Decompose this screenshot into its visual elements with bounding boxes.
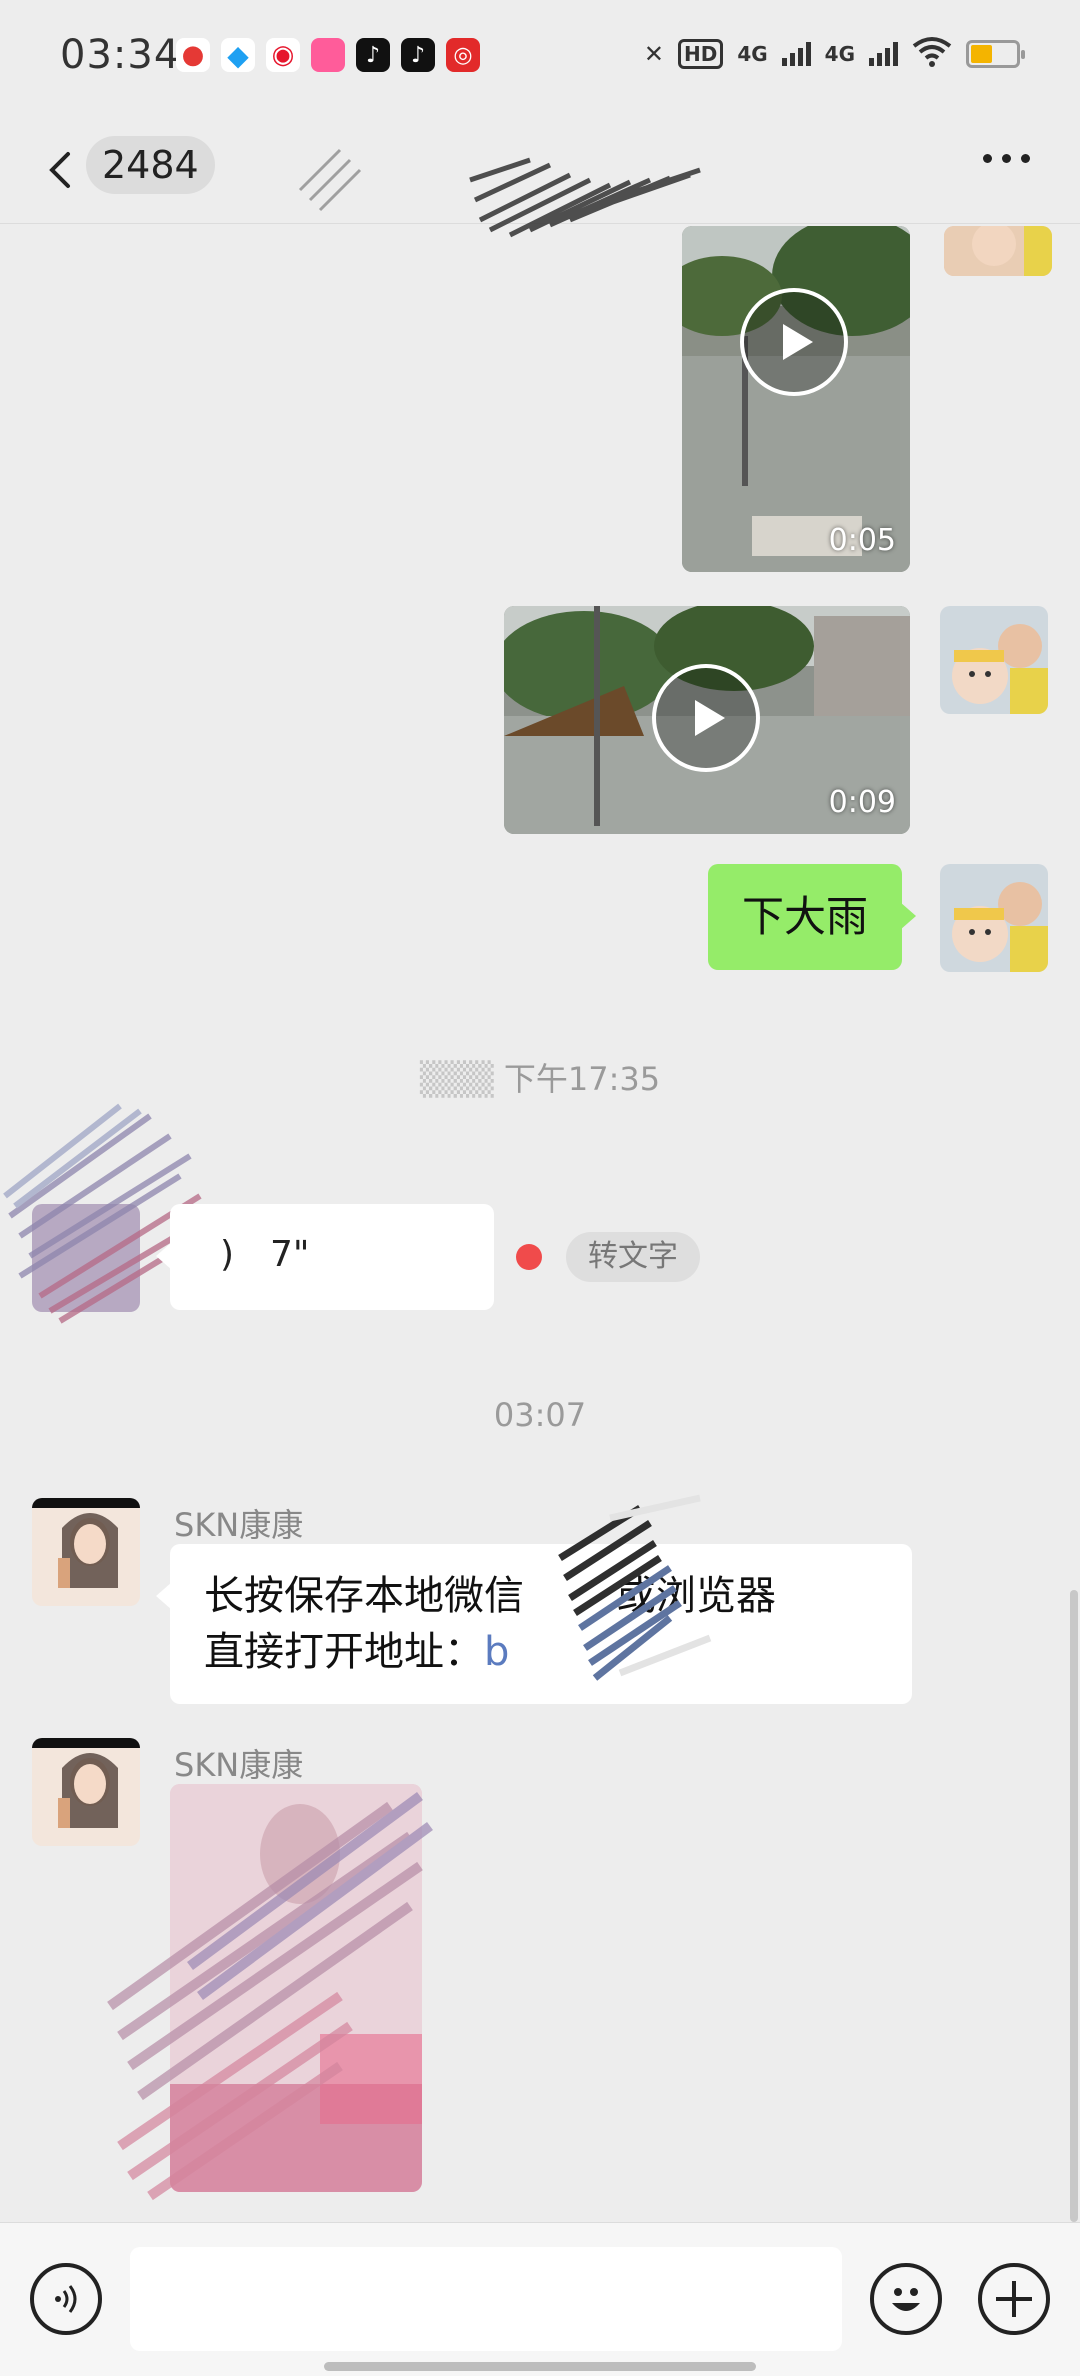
unread-voice-dot	[516, 1244, 542, 1270]
play-icon[interactable]	[652, 664, 760, 772]
system-icons: ✕ HD 4G 4G	[643, 36, 1025, 72]
sender-name: SKN康康	[174, 1746, 304, 1784]
chevron-left-icon	[49, 152, 70, 188]
voice-input-button[interactable]	[30, 2263, 102, 2335]
message-timestamp: ▒▒▒ 下午17:35	[419, 1060, 661, 1098]
battery-icon	[966, 40, 1025, 68]
message-text: 长按保存本地微信	[204, 1573, 524, 1619]
signal-icon	[781, 42, 811, 66]
status-time: 03:34	[60, 32, 181, 78]
voice-message[interactable]: ) 7"	[156, 1204, 494, 1310]
avatar[interactable]	[32, 1204, 140, 1312]
chat-scrollbar[interactable]	[1070, 1590, 1078, 2222]
mute-icon: ✕	[643, 40, 664, 68]
notification-icons: ● ◆ ◉ ♪ ♪ ◎	[176, 38, 480, 72]
avatar[interactable]	[32, 1498, 140, 1606]
signal-icon	[869, 42, 898, 66]
convert-to-text-button[interactable]: 转文字	[566, 1232, 700, 1282]
tiktok-icon: ♪	[401, 38, 435, 72]
map-pin-icon: ●	[176, 38, 210, 72]
video-duration: 0:05	[828, 523, 896, 558]
message-text: 直接打开地址：	[204, 1629, 484, 1675]
weibo-icon: ◉	[266, 38, 300, 72]
text-message-incoming[interactable]: 长按保存本地微信 或浏览器 直接打开地址：b	[156, 1544, 912, 1704]
more-functions-button[interactable]	[978, 2263, 1050, 2335]
voice-wave-icon	[55, 2285, 77, 2313]
avatar[interactable]	[944, 226, 1052, 276]
app-icon	[311, 38, 345, 72]
avatar[interactable]	[940, 606, 1048, 714]
tiktok-icon: ♪	[356, 38, 390, 72]
message-text: 或浏览器	[616, 1573, 776, 1619]
back-button[interactable]	[40, 140, 90, 200]
unread-count-badge[interactable]: 2484	[86, 136, 215, 194]
status-bar: 03:34 ● ◆ ◉ ♪ ♪ ◎ ✕ HD 4G 4G	[0, 0, 1080, 120]
netease-music-icon: ◎	[446, 38, 480, 72]
chat-header: 2484	[0, 120, 1080, 238]
video-duration: 0:09	[828, 785, 896, 820]
voice-duration: 7"	[270, 1234, 310, 1275]
wifi-icon	[912, 36, 952, 72]
network-4g-label-2: 4G	[824, 42, 855, 66]
chat-area[interactable]: 0:05 0:09 下大雨 ▒▒▒ 下午17:35) 7" 转文字 03:07…	[0, 226, 1080, 2222]
home-indicator[interactable]	[324, 2362, 756, 2371]
sender-name: SKN康康	[174, 1506, 304, 1544]
video-message[interactable]: 0:09	[504, 606, 910, 834]
message-input[interactable]	[130, 2247, 842, 2351]
input-bar	[0, 2222, 1080, 2376]
more-options-button[interactable]	[983, 154, 1030, 163]
video-thumbnail	[682, 226, 910, 572]
play-icon[interactable]	[740, 288, 848, 396]
image-thumbnail	[170, 1784, 422, 2192]
message-text: 下大雨	[742, 892, 869, 941]
message-timestamp: 03:07	[493, 1396, 587, 1434]
hd-icon: HD	[677, 39, 724, 69]
smiley-icon	[892, 2288, 920, 2311]
network-4g-label: 4G	[737, 42, 768, 66]
voice-wave-icon: )	[220, 1234, 235, 1275]
image-message[interactable]	[170, 1784, 422, 2192]
text-message-outgoing[interactable]: 下大雨	[708, 864, 917, 970]
emoji-button[interactable]	[870, 2263, 942, 2335]
avatar[interactable]	[940, 864, 1048, 972]
plus-icon	[996, 2281, 1032, 2317]
qq-icon: ◆	[221, 38, 255, 72]
avatar[interactable]	[32, 1738, 140, 1846]
video-message[interactable]: 0:05	[682, 226, 910, 572]
